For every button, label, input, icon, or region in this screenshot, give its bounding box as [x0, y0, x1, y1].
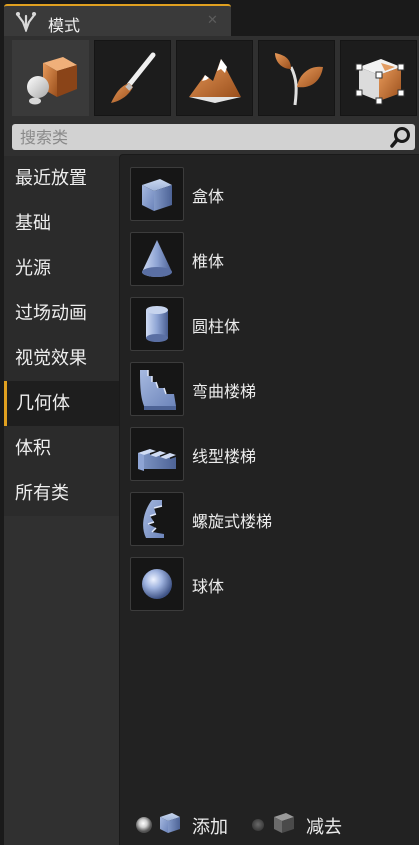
- linear-stairs-icon: [138, 449, 176, 471]
- item-thumbnail: [130, 167, 184, 221]
- category-volumes[interactable]: 体积: [4, 426, 119, 471]
- box-icon: [142, 179, 172, 211]
- close-icon[interactable]: ✕: [207, 14, 218, 28]
- modes-tab[interactable]: 模式 ✕: [4, 4, 231, 36]
- item-label: 弯曲楼梯: [192, 382, 257, 401]
- brush-icon: [111, 52, 156, 103]
- category-recent[interactable]: 最近放置: [4, 156, 119, 201]
- modes-panel: 最近放置 基础 光源 过场动画 视觉效果 几何体 体积 所有类 盒体: [4, 36, 419, 845]
- geometry-items-list: 盒体 椎体 圆柱体 弯曲楼梯 线型楼梯 螺旋式楼梯 球体 添加 减去: [119, 154, 419, 845]
- category-cinematic[interactable]: 过场动画: [4, 291, 119, 336]
- item-thumbnail: [130, 557, 184, 611]
- search-box: [12, 124, 415, 150]
- item-thumbnail: [130, 492, 184, 546]
- spiral-stairs-icon: [143, 500, 164, 538]
- category-visual-effects[interactable]: 视觉效果: [4, 336, 119, 381]
- tab-bar: 模式 ✕: [0, 0, 419, 36]
- list-item-curved-stairs[interactable]: 弯曲楼梯: [130, 362, 410, 418]
- list-item-box[interactable]: 盒体: [130, 167, 410, 223]
- category-geometry[interactable]: 几何体: [4, 381, 119, 426]
- foliage-mode-button[interactable]: [258, 40, 335, 116]
- item-label: 盒体: [192, 187, 225, 206]
- sphere-icon: [142, 569, 172, 599]
- cylinder-icon: [146, 306, 168, 342]
- item-thumbnail: [130, 362, 184, 416]
- category-list: 最近放置 基础 光源 过场动画 视觉效果 几何体 体积 所有类: [4, 156, 119, 516]
- category-all-classes[interactable]: 所有类: [4, 471, 119, 516]
- item-thumbnail: [130, 232, 184, 286]
- add-brush-icon: [160, 813, 180, 833]
- list-item-linear-stairs[interactable]: 线型楼梯: [130, 427, 410, 483]
- paint-mode-button[interactable]: [94, 40, 171, 116]
- search-icon[interactable]: [390, 126, 412, 148]
- list-item-sphere[interactable]: 球体: [130, 557, 410, 613]
- curved-stairs-icon: [140, 370, 176, 410]
- subtract-radio[interactable]: [252, 819, 264, 831]
- subtract-label[interactable]: 减去: [306, 813, 342, 839]
- landscape-mode-button[interactable]: [176, 40, 253, 116]
- place-icon: [27, 57, 77, 105]
- leaf-icon: [275, 53, 323, 106]
- item-label: 球体: [192, 577, 225, 596]
- item-label: 螺旋式楼梯: [192, 512, 273, 531]
- list-item-cylinder[interactable]: 圆柱体: [130, 297, 410, 353]
- item-label: 椎体: [192, 252, 225, 271]
- item-thumbnail: [130, 427, 184, 481]
- brush-type-toggle: 添加 减去: [130, 807, 410, 839]
- add-label[interactable]: 添加: [192, 813, 228, 839]
- geometry-edit-mode-button[interactable]: [340, 40, 417, 116]
- item-label: 线型楼梯: [192, 447, 257, 466]
- list-item-spiral-stairs[interactable]: 螺旋式楼梯: [130, 492, 410, 548]
- tab-title: 模式: [48, 16, 81, 35]
- modes-icon: [15, 12, 37, 32]
- geometry-cube-icon: [355, 59, 405, 105]
- list-item-cone[interactable]: 椎体: [130, 232, 410, 288]
- category-basic[interactable]: 基础: [4, 201, 119, 246]
- item-thumbnail: [130, 297, 184, 351]
- category-lights[interactable]: 光源: [4, 246, 119, 291]
- item-label: 圆柱体: [192, 317, 241, 336]
- mountain-icon: [189, 59, 241, 103]
- add-radio[interactable]: [136, 817, 152, 833]
- search-input[interactable]: [12, 124, 382, 150]
- place-mode-button[interactable]: [12, 40, 89, 116]
- mode-toolbar: [12, 40, 419, 116]
- subtract-brush-icon: [274, 813, 294, 833]
- cone-icon: [142, 240, 172, 277]
